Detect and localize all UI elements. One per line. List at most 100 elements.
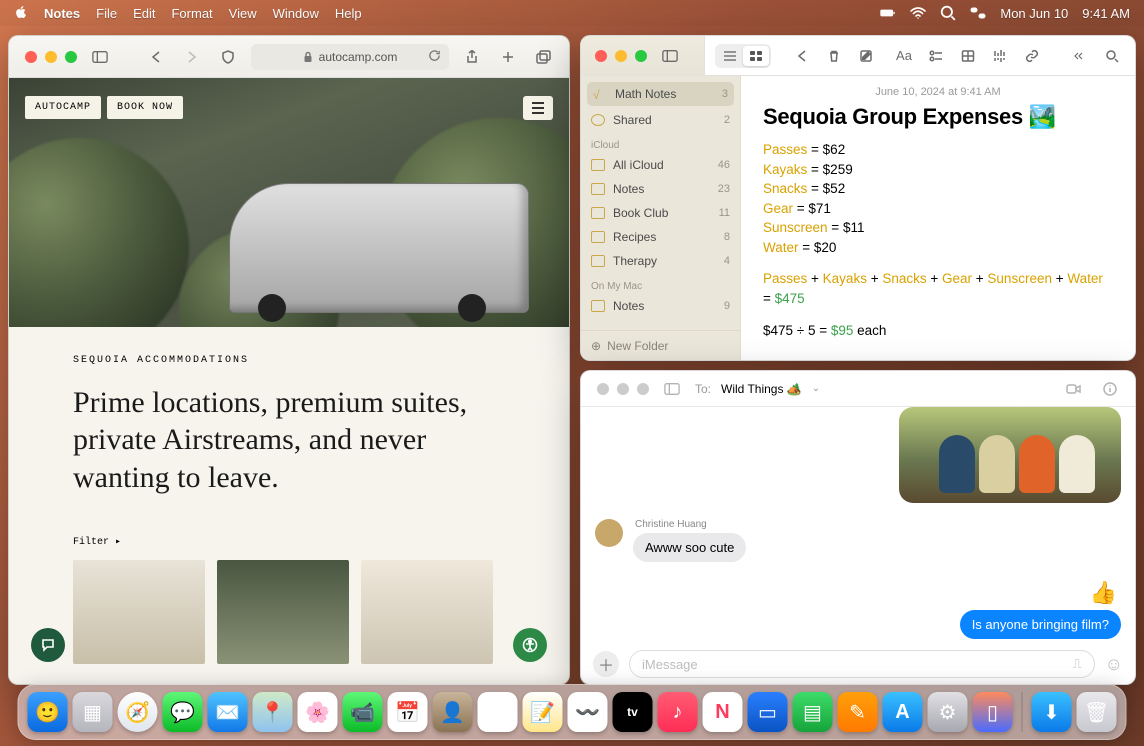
menu-format[interactable]: Format: [171, 6, 212, 21]
dock-app-iphone[interactable]: ▯: [973, 692, 1013, 732]
tabs-icon[interactable]: [531, 46, 557, 68]
address-bar[interactable]: autocamp.com: [251, 44, 449, 70]
media-icon[interactable]: [987, 45, 1013, 67]
menu-window[interactable]: Window: [273, 6, 319, 21]
delete-note-icon[interactable]: [821, 45, 847, 67]
window-controls[interactable]: [21, 51, 77, 63]
dock-app-pages[interactable]: ✎: [838, 692, 878, 732]
sidebar-item-therapy[interactable]: Therapy4: [581, 249, 740, 273]
dock-app-news[interactable]: N: [703, 692, 743, 732]
menu-help[interactable]: Help: [335, 6, 362, 21]
dock-app-messages[interactable]: 💬: [163, 692, 203, 732]
dock-app-mail[interactable]: ✉️: [208, 692, 248, 732]
checklist-icon[interactable]: [923, 45, 949, 67]
dock-app-photos[interactable]: 🌸: [298, 692, 338, 732]
list-view-icon[interactable]: [717, 46, 743, 66]
nav-back-icon[interactable]: [789, 45, 815, 67]
search-icon[interactable]: [1099, 45, 1125, 67]
wifi-status-icon[interactable]: [910, 7, 926, 19]
spotlight-icon[interactable]: [940, 7, 956, 19]
menu-edit[interactable]: Edit: [133, 6, 155, 21]
thumbnail-item[interactable]: [73, 560, 205, 664]
apple-menu[interactable]: [14, 5, 28, 22]
sidebar-toggle-icon[interactable]: [87, 46, 113, 68]
dock-app-reminders[interactable]: ☰: [478, 692, 518, 732]
format-icon[interactable]: Aa: [891, 45, 917, 67]
dock-app-notes[interactable]: 📝: [523, 692, 563, 732]
sidebar-item-notes[interactable]: Notes23: [581, 177, 740, 201]
info-icon[interactable]: [1097, 378, 1123, 400]
sidebar-item-math-notes[interactable]: √ Math Notes 3: [587, 82, 734, 106]
facetime-icon[interactable]: [1061, 378, 1087, 400]
grid-view-icon[interactable]: [743, 46, 769, 66]
dock-app-launchpad[interactable]: ▦: [73, 692, 113, 732]
dock-app-finder[interactable]: 🙂: [28, 692, 68, 732]
forward-button[interactable]: [179, 46, 205, 68]
table-icon[interactable]: [955, 45, 981, 67]
book-now-button[interactable]: BOOK NOW: [107, 96, 183, 119]
menu-view[interactable]: View: [229, 6, 257, 21]
view-mode-segment[interactable]: [715, 44, 771, 68]
sidebar-item-local-notes[interactable]: Notes9: [581, 294, 740, 318]
reload-icon[interactable]: [428, 49, 441, 65]
site-logo[interactable]: AUTOCAMP: [25, 96, 101, 119]
back-button[interactable]: [143, 46, 169, 68]
apps-button[interactable]: ＋: [593, 651, 619, 677]
sidebar-item-shared[interactable]: Shared 2: [581, 108, 740, 132]
dock-app-settings[interactable]: ⚙︎: [928, 692, 968, 732]
tapback-reaction[interactable]: 👍: [1090, 580, 1121, 606]
filter-button[interactable]: Filter ▸: [73, 536, 505, 548]
note-timestamp: June 10, 2024 at 9:41 AM: [763, 86, 1113, 98]
dock-app-calendar[interactable]: 📅: [388, 692, 428, 732]
thumbnail-item[interactable]: [217, 560, 349, 664]
messages-thread[interactable]: Christine Huang Awww soo cute 👍 Is anyon…: [581, 407, 1135, 644]
sidebar-item-all-icloud[interactable]: All iCloud46: [581, 153, 740, 177]
sidebar-collapse-icon[interactable]: [657, 45, 683, 67]
dock-app-tv[interactable]: tv: [613, 692, 653, 732]
message-input[interactable]: iMessage ⎍: [629, 650, 1095, 678]
dock-app-numbers[interactable]: ▤: [793, 692, 833, 732]
share-icon[interactable]: [459, 46, 485, 68]
message-bubble-out[interactable]: Is anyone bringing film?: [960, 610, 1121, 639]
message-bubble[interactable]: Awww soo cute: [633, 533, 746, 562]
sidebar-collapse-icon[interactable]: [659, 378, 685, 400]
avatar[interactable]: [595, 519, 623, 547]
shield-icon[interactable]: [215, 46, 241, 68]
new-note-icon[interactable]: [853, 45, 879, 67]
sidebar-item-book-club[interactable]: Book Club11: [581, 201, 740, 225]
accessibility-fab[interactable]: [513, 628, 547, 662]
emoji-picker-icon[interactable]: ☺︎: [1105, 654, 1123, 675]
address-text: autocamp.com: [319, 50, 398, 64]
note-editor[interactable]: June 10, 2024 at 9:41 AM Sequoia Group E…: [741, 76, 1135, 360]
sidebar-heading-onmymac: On My Mac: [581, 273, 740, 294]
dock-app-freeform[interactable]: 〰️: [568, 692, 608, 732]
link-icon[interactable]: [1019, 45, 1045, 67]
menu-date[interactable]: Mon Jun 10: [1000, 6, 1068, 21]
thumbnail-item[interactable]: [361, 560, 493, 664]
message-compose: ＋ iMessage ⎍ ☺︎: [581, 644, 1135, 684]
overflow-icon[interactable]: [1067, 45, 1093, 67]
dock-app-keynote[interactable]: ▭: [748, 692, 788, 732]
site-menu-button[interactable]: [523, 96, 553, 120]
dock-app-music[interactable]: ♪: [658, 692, 698, 732]
new-tab-icon[interactable]: [495, 46, 521, 68]
window-controls[interactable]: [591, 50, 647, 62]
control-center-icon[interactable]: [970, 7, 986, 19]
dock-app-appstore[interactable]: A: [883, 692, 923, 732]
dictation-icon[interactable]: ⎍: [1073, 656, 1082, 672]
chat-fab[interactable]: [31, 628, 65, 662]
new-folder-button[interactable]: ⊕ New Folder: [581, 330, 740, 360]
dock-trash[interactable]: 🗑: [1077, 692, 1117, 732]
dock-app-contacts[interactable]: 👤: [433, 692, 473, 732]
sidebar-item-recipes[interactable]: Recipes8: [581, 225, 740, 249]
menu-file[interactable]: File: [96, 6, 117, 21]
dock-app-safari[interactable]: 🧭: [118, 692, 158, 732]
dock-app-maps[interactable]: 📍: [253, 692, 293, 732]
window-controls[interactable]: [593, 383, 649, 395]
photo-message[interactable]: [899, 407, 1121, 503]
menu-time[interactable]: 9:41 AM: [1082, 6, 1130, 21]
app-name-menu[interactable]: Notes: [44, 6, 80, 21]
dock-app-facetime[interactable]: 📹: [343, 692, 383, 732]
dock-downloads[interactable]: ⬇︎: [1032, 692, 1072, 732]
battery-status-icon[interactable]: [880, 7, 896, 19]
